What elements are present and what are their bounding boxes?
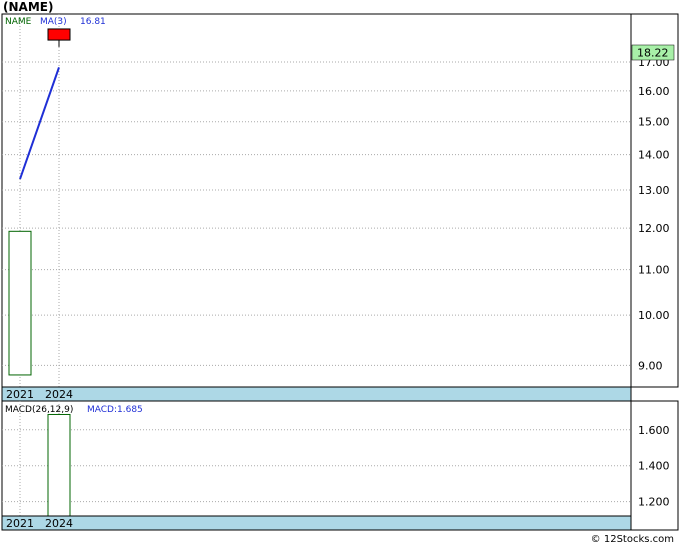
macd-panel-frame bbox=[1, 400, 679, 531]
macd-y-tick-label: 1.600 bbox=[638, 424, 670, 437]
macd-bars-group bbox=[47, 413, 71, 517]
macd-x-tick-label: 2021 bbox=[6, 517, 34, 530]
price-y-tick-label: 11.00 bbox=[638, 264, 670, 277]
candle-body-2021 bbox=[8, 230, 32, 376]
price-y-tick-label: 12.00 bbox=[638, 222, 670, 235]
price-y-tick-label: 14.00 bbox=[638, 149, 670, 162]
legend-ma-label: MA(3) bbox=[40, 17, 67, 27]
legend-name: NAME bbox=[5, 17, 32, 27]
legend-ma-value: 16.81 bbox=[80, 17, 106, 27]
macd-y-tick-label: 1.400 bbox=[638, 460, 670, 473]
price-date-band bbox=[1, 386, 632, 402]
macd-legend-name: MACD(26,12,9) bbox=[5, 405, 73, 415]
price-y-tick-label: 13.00 bbox=[638, 184, 670, 197]
price-y-tick-label: 9.00 bbox=[638, 359, 663, 372]
macd-y-axis: 1.200 1.400 1.600 bbox=[638, 424, 670, 509]
stock-chart: 9.00 10.00 11.00 12.00 13.00 14.00 15.00 16.00 1… bbox=[1, 13, 679, 531]
price-y-tick-label: 10.00 bbox=[638, 309, 670, 322]
candle-body-2024 bbox=[47, 28, 71, 41]
macd-y-tick-label: 1.200 bbox=[638, 496, 670, 509]
price-x-tick-label: 2024 bbox=[45, 388, 73, 401]
price-panel-frame bbox=[1, 13, 679, 388]
macd-legend-value: MACD:1.685 bbox=[87, 405, 143, 415]
macd-date-band bbox=[1, 515, 632, 531]
macd-x-tick-label: 2024 bbox=[45, 517, 73, 530]
macd-bar-2024 bbox=[47, 413, 71, 517]
price-x-tick-label: 2021 bbox=[6, 388, 34, 401]
price-y-tick-label: 15.00 bbox=[638, 116, 670, 129]
last-price-label: 18.22 bbox=[637, 47, 669, 60]
price-y-tick-label: 16.00 bbox=[638, 85, 670, 98]
